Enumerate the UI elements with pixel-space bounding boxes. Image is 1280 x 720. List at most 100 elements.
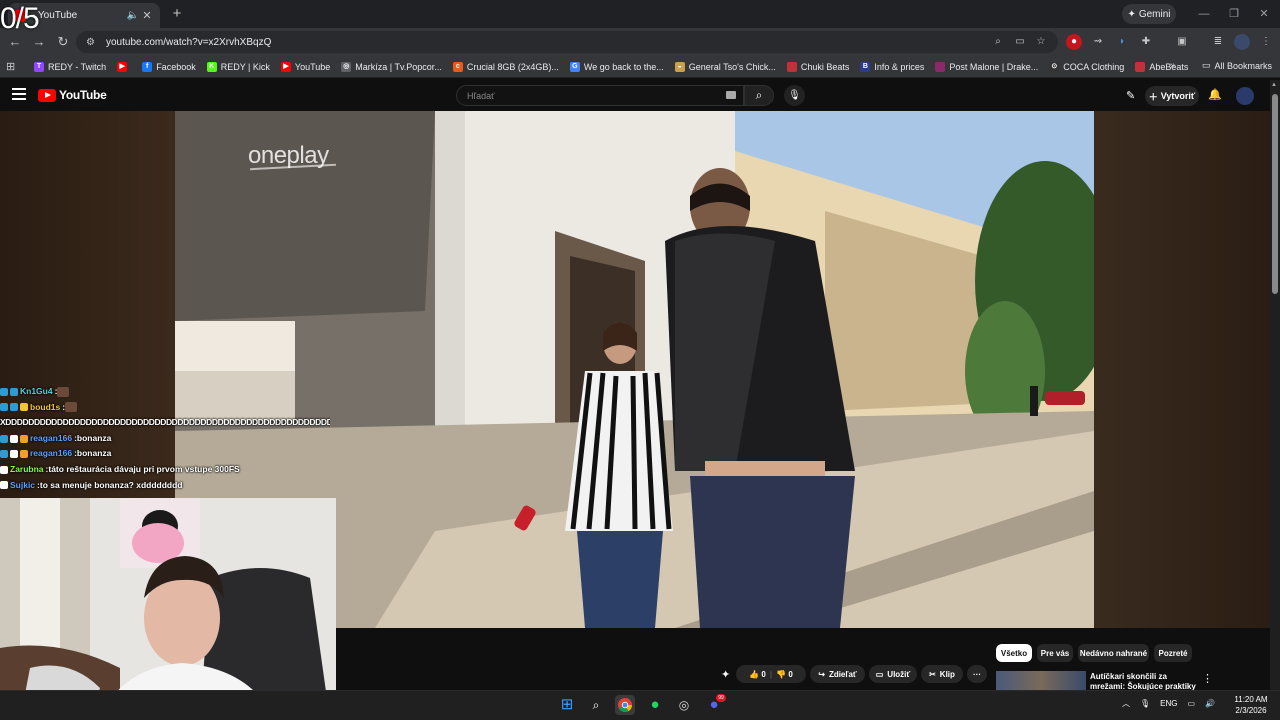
bookmark-label: COCA Clothing bbox=[1063, 61, 1125, 72]
windows-start-icon[interactable]: ⊞ bbox=[557, 695, 577, 715]
channel-avatar[interactable] bbox=[1236, 87, 1254, 105]
apps-grid-icon[interactable]: ⊞ bbox=[6, 60, 24, 73]
chat-username: reagan166 bbox=[30, 432, 73, 443]
spotify-taskbar-icon[interactable]: ● bbox=[645, 695, 665, 715]
bookmark-item[interactable]: AbeBeats bbox=[1135, 61, 1188, 72]
recommended-video-title[interactable]: Autíčkari skončili za mrežami: Šokujúce … bbox=[1090, 672, 1200, 691]
bookmark-item[interactable]: ◒ General Tso's Chick... bbox=[674, 61, 776, 72]
bookmark-item[interactable]: c Crucial 8GB (2x4GB)... bbox=[452, 61, 559, 72]
chat-badge-icon bbox=[20, 434, 28, 443]
minimize-icon[interactable]: — bbox=[1196, 6, 1212, 22]
speaker-icon[interactable]: 🔈 bbox=[126, 10, 140, 21]
taskbar-search-icon[interactable]: ⌕ bbox=[586, 695, 606, 715]
bookmark-label: YouTube bbox=[294, 61, 331, 72]
bookmark-label: We go back to the... bbox=[583, 61, 664, 72]
dislike-button[interactable]: 👎 0 bbox=[776, 670, 793, 679]
menu-dots-icon[interactable]: ⋮ bbox=[1258, 34, 1274, 50]
chat-badge-icon bbox=[20, 403, 28, 412]
bookmark-item[interactable]: ⊙ COCA Clothing bbox=[1049, 61, 1125, 72]
extension-red-icon[interactable]: ● bbox=[1066, 34, 1082, 50]
clock-date: 2/3/2026 bbox=[1235, 706, 1267, 715]
share-icon: ↪ bbox=[818, 669, 825, 679]
search-button[interactable]: ⌕ bbox=[744, 85, 774, 106]
extension-gray-icon[interactable]: ⇝ bbox=[1090, 34, 1106, 50]
app-taskbar-icon[interactable]: ◎ bbox=[674, 695, 694, 715]
bookmark-favicon-icon: T bbox=[34, 61, 44, 72]
windows-taskbar bbox=[0, 690, 1280, 720]
notifications-bell-icon[interactable]: 🔔 bbox=[1208, 88, 1222, 101]
url-bar[interactable]: ⚙ youtube.com/watch?v=x2XrvhXBqzQ bbox=[76, 31, 1058, 53]
chip-recently-uploaded[interactable]: Nedávno nahrané bbox=[1078, 644, 1149, 662]
bookmark-item[interactable]: f Facebook bbox=[142, 61, 196, 72]
extensions-puzzle-icon[interactable]: ✚ bbox=[1138, 34, 1154, 50]
bookmark-item[interactable]: K REDY | Kick bbox=[206, 61, 270, 72]
all-bookmarks-button[interactable]: ▭ All Bookmarks bbox=[1202, 60, 1272, 71]
bookmark-item[interactable]: ▶ bbox=[117, 61, 131, 72]
chat-badge-icon bbox=[10, 403, 18, 412]
streamer-webcam bbox=[0, 498, 336, 720]
chat-message: Kn1Gu4 : bbox=[0, 384, 330, 400]
chip-watched[interactable]: Pozreté bbox=[1154, 644, 1192, 662]
zoom-icon[interactable]: ⌕ bbox=[990, 34, 1006, 50]
keyboard-icon[interactable] bbox=[726, 91, 736, 99]
studio-icon[interactable]: ✎ bbox=[1126, 89, 1135, 102]
bookmark-item[interactable]: ▶ YouTube bbox=[280, 61, 331, 72]
create-button[interactable]: ＋ Vytvoriť bbox=[1145, 86, 1199, 106]
bookmark-favicon-icon: ⊙ bbox=[1049, 61, 1060, 72]
tray-overflow-icon[interactable]: ︿ bbox=[1122, 698, 1130, 709]
chat-badge-icon bbox=[10, 434, 18, 443]
scroll-up-arrow-icon[interactable]: ▲ bbox=[1271, 82, 1277, 88]
new-tab-button[interactable]: + bbox=[168, 5, 186, 23]
close-tab-icon[interactable]: ✕ bbox=[140, 9, 154, 22]
chat-message: Zarubna : táto reštaurácia dávaju pri pr… bbox=[0, 462, 330, 478]
tray-mic-icon[interactable]: 🎙 bbox=[1140, 699, 1150, 708]
cast-icon[interactable]: ▭ bbox=[1012, 34, 1028, 50]
ask-ai-sparkle-icon[interactable]: ✦ bbox=[721, 668, 730, 681]
voice-search-icon[interactable]: 🎙 bbox=[784, 85, 805, 106]
more-actions-button[interactable]: ··· bbox=[967, 665, 987, 683]
hamburger-menu-icon[interactable] bbox=[12, 88, 26, 102]
chip-all[interactable]: Všetko bbox=[996, 644, 1032, 662]
chat-text: táto reštaurácia dávaju pri prvom vstupe… bbox=[48, 463, 240, 474]
chat-emote-icon bbox=[57, 386, 70, 397]
maximize-icon[interactable]: ❐ bbox=[1226, 6, 1242, 22]
search-input[interactable]: Hľadať bbox=[456, 85, 744, 106]
recommended-more-icon[interactable]: ⋮ bbox=[1202, 672, 1213, 685]
recommended-video-thumbnail[interactable] bbox=[996, 671, 1086, 690]
scrollbar-thumb[interactable] bbox=[1272, 94, 1278, 294]
profile-avatar-icon[interactable] bbox=[1234, 34, 1250, 50]
chat-username: Sujkic bbox=[10, 479, 36, 490]
close-window-icon[interactable]: ✕ bbox=[1256, 6, 1272, 22]
language-indicator[interactable]: ENG bbox=[1160, 699, 1177, 708]
bookmark-favicon-icon: ◒ bbox=[674, 61, 685, 72]
share-button[interactable]: ↪ Zdieľať bbox=[810, 665, 865, 683]
chip-for-you[interactable]: Pre vás bbox=[1037, 644, 1073, 662]
clip-button[interactable]: ✂ Klip bbox=[921, 665, 963, 683]
system-tray: ︿ 🎙 ENG ▭ 🔊 bbox=[1122, 698, 1215, 709]
bookmark-item[interactable]: ◎ Markíza | Tv.Popcor... bbox=[341, 61, 442, 72]
more-bookmarks-icon[interactable]: » bbox=[1170, 60, 1176, 71]
bookmark-label: Facebook bbox=[156, 61, 196, 72]
extension-audio-icon[interactable]: ◗ bbox=[1114, 34, 1130, 50]
display-icon[interactable]: ▭ bbox=[1188, 699, 1196, 708]
taskbar-clock[interactable]: 11:20 AM 2/3/2026 bbox=[1228, 694, 1274, 716]
chrome-taskbar-icon[interactable] bbox=[615, 695, 635, 715]
bookmark-star-icon[interactable]: ☆ bbox=[1033, 34, 1049, 50]
bookmark-label: Markíza | Tv.Popcor... bbox=[355, 61, 442, 72]
bookmark-item[interactable]: G We go back to the... bbox=[569, 61, 664, 72]
bookmark-item[interactable]: B Info & prices bbox=[860, 61, 924, 72]
media-controls-icon[interactable]: ≣ bbox=[1210, 34, 1226, 50]
url-text: youtube.com/watch?v=x2XrvhXBqzQ bbox=[106, 36, 272, 48]
bookmark-item[interactable]: Post Malone | Drake... bbox=[935, 61, 1038, 72]
gemini-button[interactable]: ✦ Gemini bbox=[1122, 4, 1176, 24]
site-info-icon[interactable]: ⚙ bbox=[86, 37, 100, 48]
bookmark-item[interactable]: T REDY - Twitch bbox=[34, 61, 106, 72]
side-panel-icon[interactable]: ▣ bbox=[1174, 34, 1190, 50]
youtube-logo[interactable]: YouTube bbox=[38, 88, 107, 102]
reload-icon[interactable]: ↻ bbox=[54, 33, 72, 51]
like-button[interactable]: 👍 0 bbox=[749, 670, 766, 679]
bookmark-item[interactable]: Chuki Beats bbox=[786, 61, 849, 72]
chat-badge-icon bbox=[0, 387, 8, 396]
volume-icon[interactable]: 🔊 bbox=[1205, 699, 1215, 708]
save-button[interactable]: ▭ Uložiť bbox=[869, 665, 917, 683]
